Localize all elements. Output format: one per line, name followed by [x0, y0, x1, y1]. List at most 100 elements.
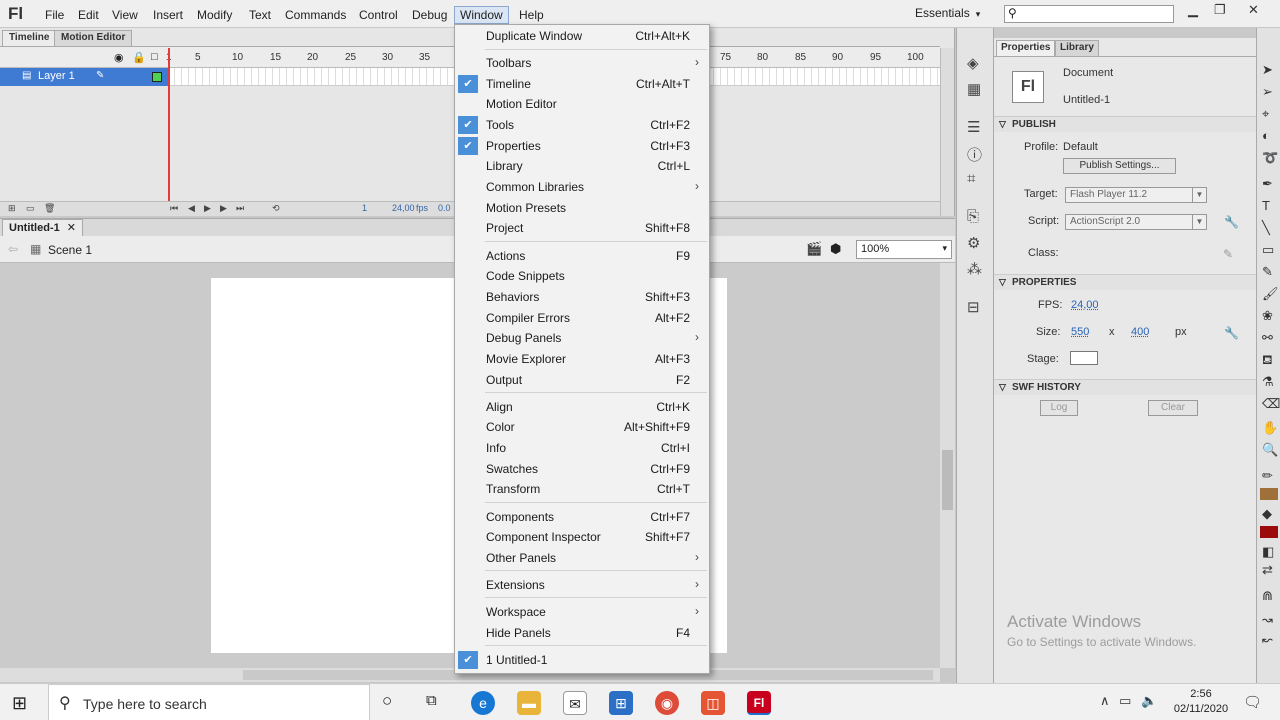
- loop-icon[interactable]: ⟲: [272, 203, 280, 214]
- free-transform-tool-icon[interactable]: ⌖: [1262, 106, 1269, 122]
- target-select[interactable]: Flash Player 11.2 ▼: [1065, 187, 1207, 203]
- menu-view[interactable]: View: [106, 6, 144, 24]
- smooth-icon[interactable]: ↝: [1262, 612, 1273, 628]
- menu-window[interactable]: Window: [454, 6, 509, 24]
- notification-icon[interactable]: 🗨: [1243, 693, 1262, 711]
- scrollbar-thumb[interactable]: [942, 450, 953, 510]
- layer-name[interactable]: Layer 1: [38, 70, 75, 82]
- log-button[interactable]: Log: [1040, 400, 1078, 416]
- swatches-icon[interactable]: ▦: [967, 80, 981, 98]
- task-view-icon[interactable]: ⧉: [426, 692, 437, 709]
- menu-commands[interactable]: Commands: [279, 6, 352, 24]
- minimize-button[interactable]: ▁: [1188, 2, 1198, 18]
- width-field[interactable]: 550: [1071, 326, 1089, 338]
- movie-explorer-icon[interactable]: ⊟: [967, 298, 980, 316]
- menu-item-info[interactable]: Info Ctrl+I: [455, 438, 709, 458]
- black-white-icon[interactable]: ◧: [1262, 544, 1274, 560]
- edit-scene-icon[interactable]: 🎬: [806, 241, 822, 257]
- taskbar-clock[interactable]: 2:56 02/11/2020: [1170, 687, 1232, 717]
- deco-tool-icon[interactable]: ❀: [1262, 308, 1273, 324]
- menu-item-color[interactable]: Color Alt+Shift+F9: [455, 417, 709, 437]
- menu-item-hide-panels[interactable]: Hide Panels F4: [455, 623, 709, 643]
- menu-item-timeline[interactable]: ✔ Timeline Ctrl+Alt+T: [455, 74, 709, 94]
- hand-tool-icon[interactable]: ✋: [1262, 420, 1278, 436]
- stroke-color-icon[interactable]: ✏: [1262, 468, 1273, 484]
- properties-section-header[interactable]: ▽ PROPERTIES: [994, 274, 1256, 290]
- stroke-color-swatch[interactable]: [1260, 488, 1278, 500]
- workspace-switcher[interactable]: Essentials ▾: [915, 6, 980, 20]
- zoom-select[interactable]: 100% ▾: [856, 240, 952, 259]
- menu-item-motion-presets[interactable]: Motion Presets: [455, 198, 709, 218]
- layer-color-swatch[interactable]: [152, 72, 162, 82]
- pen-tool-icon[interactable]: ✒: [1262, 176, 1273, 192]
- layer-row[interactable]: ▤ Layer 1 ✎: [0, 68, 168, 86]
- menu-item-common-libraries[interactable]: Common Libraries ›: [455, 177, 709, 197]
- system-tray[interactable]: ∧ ▭ 🔈: [1100, 693, 1157, 709]
- help-search-input[interactable]: ⚲: [1004, 5, 1174, 23]
- eyedropper-tool-icon[interactable]: ⚗: [1262, 374, 1274, 390]
- paint-bucket-tool-icon[interactable]: ⛾: [1262, 352, 1273, 370]
- menu-edit[interactable]: Edit: [72, 6, 105, 24]
- align-icon[interactable]: ☰: [967, 118, 980, 136]
- go-to-first-icon[interactable]: ⏮: [170, 203, 178, 214]
- menu-control[interactable]: Control: [353, 6, 404, 24]
- windows-start-icon[interactable]: ⊞: [12, 693, 27, 714]
- pencil-icon[interactable]: ✎: [1223, 247, 1233, 261]
- script-select[interactable]: ActionScript 2.0 ▼: [1065, 214, 1207, 230]
- menu-modify[interactable]: Modify: [191, 6, 238, 24]
- cortana-icon[interactable]: ○: [382, 691, 392, 711]
- back-arrow-icon[interactable]: ⇦: [8, 242, 18, 256]
- taskbar-search-box[interactable]: ⚲ Type here to search: [48, 684, 370, 720]
- menu-insert[interactable]: Insert: [147, 6, 189, 24]
- menu-item-project[interactable]: Project Shift+F8: [455, 218, 709, 238]
- stage-color-swatch[interactable]: [1070, 351, 1098, 365]
- line-tool-icon[interactable]: ╲: [1262, 220, 1270, 236]
- menu-text[interactable]: Text: [243, 6, 277, 24]
- menu-help[interactable]: Help: [513, 6, 550, 24]
- mail-icon[interactable]: ✉: [563, 691, 587, 715]
- behaviors-icon[interactable]: ⁂: [967, 260, 982, 278]
- info-icon[interactable]: ⓘ: [967, 144, 982, 165]
- swap-colors-icon[interactable]: ⇄: [1262, 562, 1273, 578]
- menu-item-align[interactable]: Align Ctrl+K: [455, 397, 709, 417]
- lasso-tool-icon[interactable]: ➰: [1262, 150, 1278, 166]
- lock-icon[interactable]: 🔒: [132, 51, 146, 64]
- volume-icon[interactable]: 🔈: [1141, 693, 1157, 708]
- new-layer-icon[interactable]: ⊞: [8, 203, 16, 214]
- menu-item-component-inspector[interactable]: Component Inspector Shift+F7: [455, 527, 709, 547]
- eye-icon[interactable]: ◉: [114, 51, 124, 64]
- outline-icon[interactable]: □: [151, 51, 158, 63]
- timeline-scrollbar[interactable]: [940, 48, 954, 216]
- tab-properties[interactable]: Properties: [996, 40, 1056, 56]
- office-icon[interactable]: ◫: [701, 691, 725, 715]
- pencil-tool-icon[interactable]: ✎: [1262, 264, 1273, 280]
- snap-to-objects-icon[interactable]: ⋒: [1262, 588, 1273, 604]
- document-tab[interactable]: Untitled-1 ✕: [2, 219, 84, 237]
- components-icon[interactable]: ⚙: [967, 234, 980, 252]
- go-to-last-icon[interactable]: ⏭: [236, 203, 244, 214]
- subselection-tool-icon[interactable]: ➢: [1262, 84, 1273, 100]
- straighten-icon[interactable]: ↜: [1262, 632, 1273, 648]
- menu-debug[interactable]: Debug: [406, 6, 453, 24]
- menu-item-duplicate-window[interactable]: Duplicate Window Ctrl+Alt+K: [455, 26, 709, 46]
- fps-value[interactable]: 24,00: [392, 203, 415, 213]
- delete-layer-icon[interactable]: 🗑: [44, 203, 55, 214]
- publish-section-header[interactable]: ▽ PUBLISH: [994, 116, 1256, 132]
- tab-library[interactable]: Library: [1055, 40, 1099, 56]
- menu-item-actions[interactable]: Actions F9: [455, 246, 709, 266]
- swf-history-section-header[interactable]: ▽ SWF HISTORY: [994, 379, 1256, 395]
- playhead[interactable]: [168, 48, 170, 203]
- wrench-icon[interactable]: 🔧: [1224, 326, 1239, 340]
- menu-item-swatches[interactable]: Swatches Ctrl+F9: [455, 459, 709, 479]
- play-icon[interactable]: ▶: [204, 203, 211, 214]
- menu-item-library[interactable]: Library Ctrl+L: [455, 156, 709, 176]
- menu-item-transform[interactable]: Transform Ctrl+T: [455, 479, 709, 499]
- menu-item-compiler-errors[interactable]: Compiler Errors Alt+F2: [455, 308, 709, 328]
- transform-icon[interactable]: ⌗: [967, 170, 975, 187]
- fill-color-swatch[interactable]: [1260, 526, 1278, 538]
- menu-item-tools[interactable]: ✔ Tools Ctrl+F2: [455, 115, 709, 135]
- battery-icon[interactable]: ▭: [1119, 693, 1131, 708]
- wrench-icon[interactable]: 🔧: [1224, 215, 1239, 229]
- menu-item-code-snippets[interactable]: Code Snippets: [455, 266, 709, 286]
- text-tool-icon[interactable]: T: [1262, 198, 1270, 213]
